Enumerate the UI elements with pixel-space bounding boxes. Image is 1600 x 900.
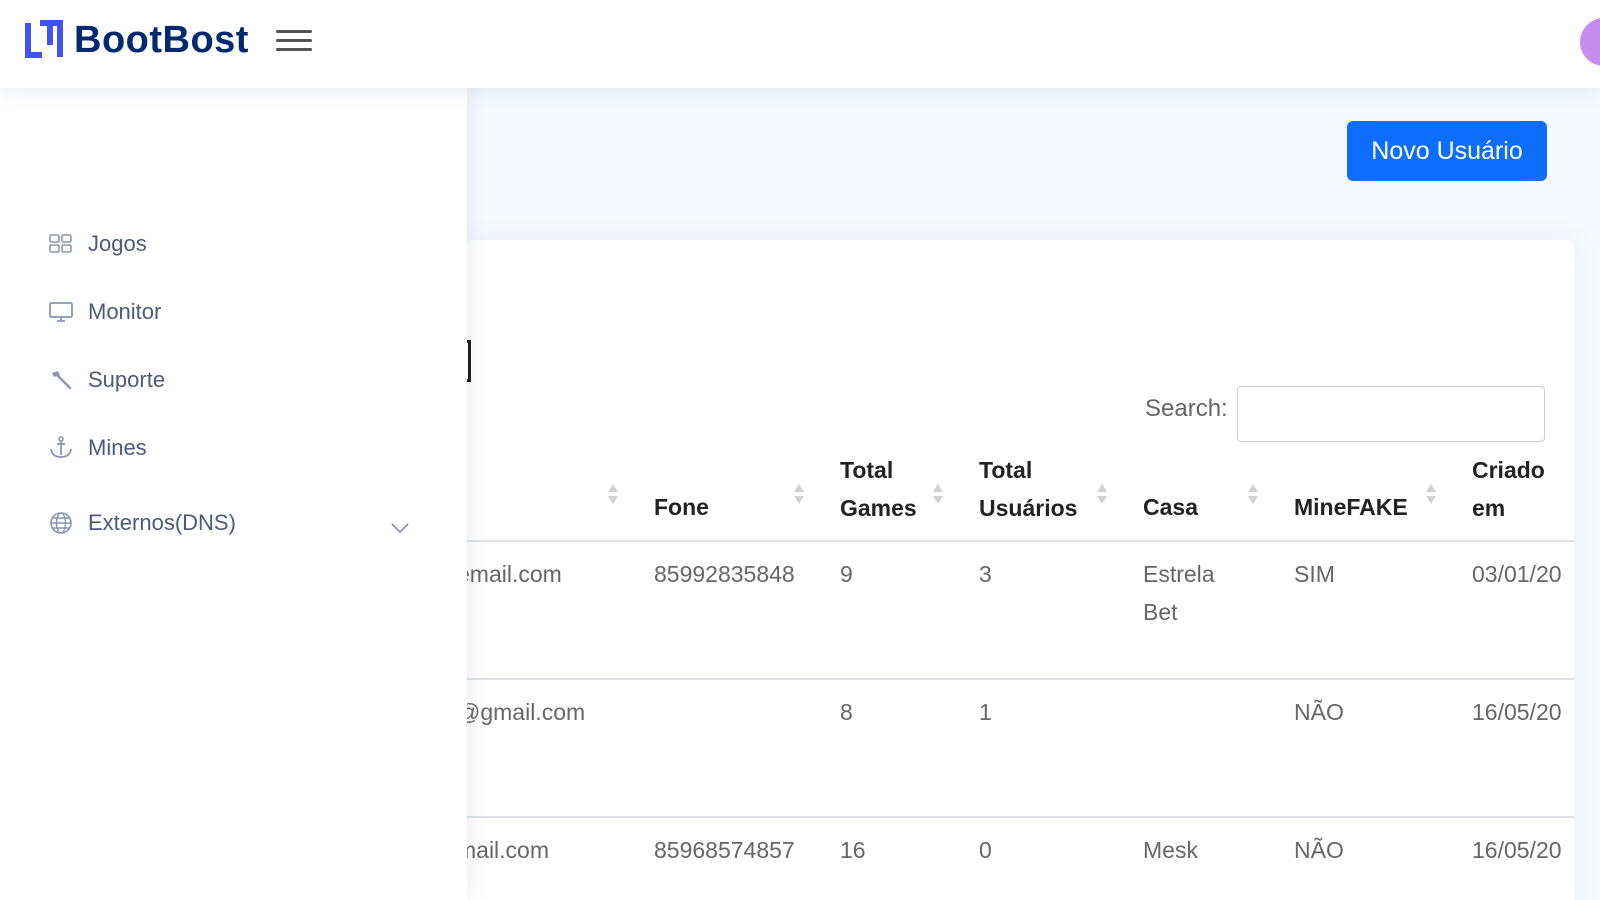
column-header-total-games[interactable]: Total Games — [840, 451, 917, 527]
cell-minefake: NÃO — [1294, 837, 1344, 863]
users-card: Search: Fone Total Games Total Usuários Ca… — [467, 240, 1574, 900]
cell-casa: Mesk — [1143, 837, 1198, 863]
monitor-icon — [49, 302, 73, 322]
anchor-icon — [50, 436, 72, 458]
sort-icon[interactable] — [932, 482, 944, 506]
cell-total-usuarios: 3 — [979, 561, 992, 587]
cell-criado-em: 16/05/20 — [1472, 699, 1562, 725]
cell-total-usuarios: 1 — [979, 699, 992, 725]
sort-icon[interactable] — [1247, 482, 1259, 506]
column-header-minefake[interactable]: MineFAKE — [1294, 488, 1408, 526]
brand-logo[interactable]: BootBost — [24, 18, 249, 62]
table-divider — [467, 540, 1574, 542]
new-user-button[interactable]: Novo Usuário — [1347, 121, 1547, 181]
grid-icon — [49, 234, 72, 253]
cell-fone: 85992835848 — [654, 561, 795, 587]
cell-minefake: SIM — [1294, 561, 1335, 587]
sidebar-item-jogos[interactable]: Jogos — [48, 224, 147, 264]
sidebar-item-mines[interactable]: Mines — [48, 428, 147, 468]
globe-icon — [50, 512, 72, 534]
sidebar-item-monitor[interactable]: Monitor — [48, 292, 161, 332]
main-content: Novo Usuário Search: Fone Total Games Tot… — [467, 88, 1600, 900]
length-select-edge[interactable] — [467, 340, 471, 382]
cell-minefake: NÃO — [1294, 699, 1344, 725]
column-header-casa[interactable]: Casa — [1143, 488, 1198, 526]
sort-icon[interactable] — [793, 482, 805, 506]
sort-icon[interactable] — [1425, 482, 1437, 506]
brand-name: BootBost — [74, 18, 249, 61]
sort-icon[interactable] — [607, 482, 619, 506]
cell-fone: 85968574857 — [654, 837, 795, 863]
table-divider — [467, 678, 1574, 680]
cell-total-usuarios: 0 — [979, 837, 992, 863]
sidebar-item-label: Mines — [88, 435, 147, 460]
avatar[interactable] — [1580, 18, 1600, 66]
sidebar-item-label: Suporte — [88, 367, 166, 392]
sidebar-item-label: Jogos — [88, 231, 147, 256]
column-header-total-usuarios[interactable]: Total Usuários — [979, 451, 1077, 527]
sidebar-item-externos[interactable]: Externos(DNS) — [48, 503, 236, 543]
sidebar-item-suporte[interactable]: Suporte — [48, 360, 165, 400]
cell-total-games: 9 — [840, 561, 853, 587]
cell-email: @gmail.com — [467, 699, 586, 725]
sort-icon[interactable] — [1096, 482, 1108, 506]
tools-icon — [52, 371, 72, 390]
cell-email: mail.com — [467, 837, 550, 863]
sidebar-item-label: Externos(DNS) — [88, 510, 236, 535]
column-header-fone[interactable]: Fone — [654, 488, 709, 526]
chevron-down-icon[interactable] — [388, 516, 412, 540]
cell-criado-em: 16/05/20 — [1472, 837, 1562, 863]
cell-criado-em: 03/01/20 — [1472, 561, 1562, 587]
sidebar: Jogos Monitor Suporte Mines Externos(DNS… — [0, 88, 467, 900]
search-label: Search: — [1145, 395, 1228, 422]
table-divider — [467, 816, 1574, 818]
cell-casa: Estrela Bet — [1143, 561, 1215, 625]
search-input[interactable] — [1237, 386, 1545, 442]
column-header-criado-em[interactable]: Criado em — [1472, 451, 1545, 527]
cell-total-games: 8 — [840, 699, 853, 725]
menu-toggle-icon[interactable] — [276, 24, 312, 58]
top-header: BootBost — [0, 0, 1600, 88]
sidebar-item-label: Monitor — [88, 299, 162, 324]
cell-email: email.com — [467, 561, 562, 587]
cell-total-games: 16 — [840, 837, 866, 863]
logo-icon — [25, 20, 63, 58]
